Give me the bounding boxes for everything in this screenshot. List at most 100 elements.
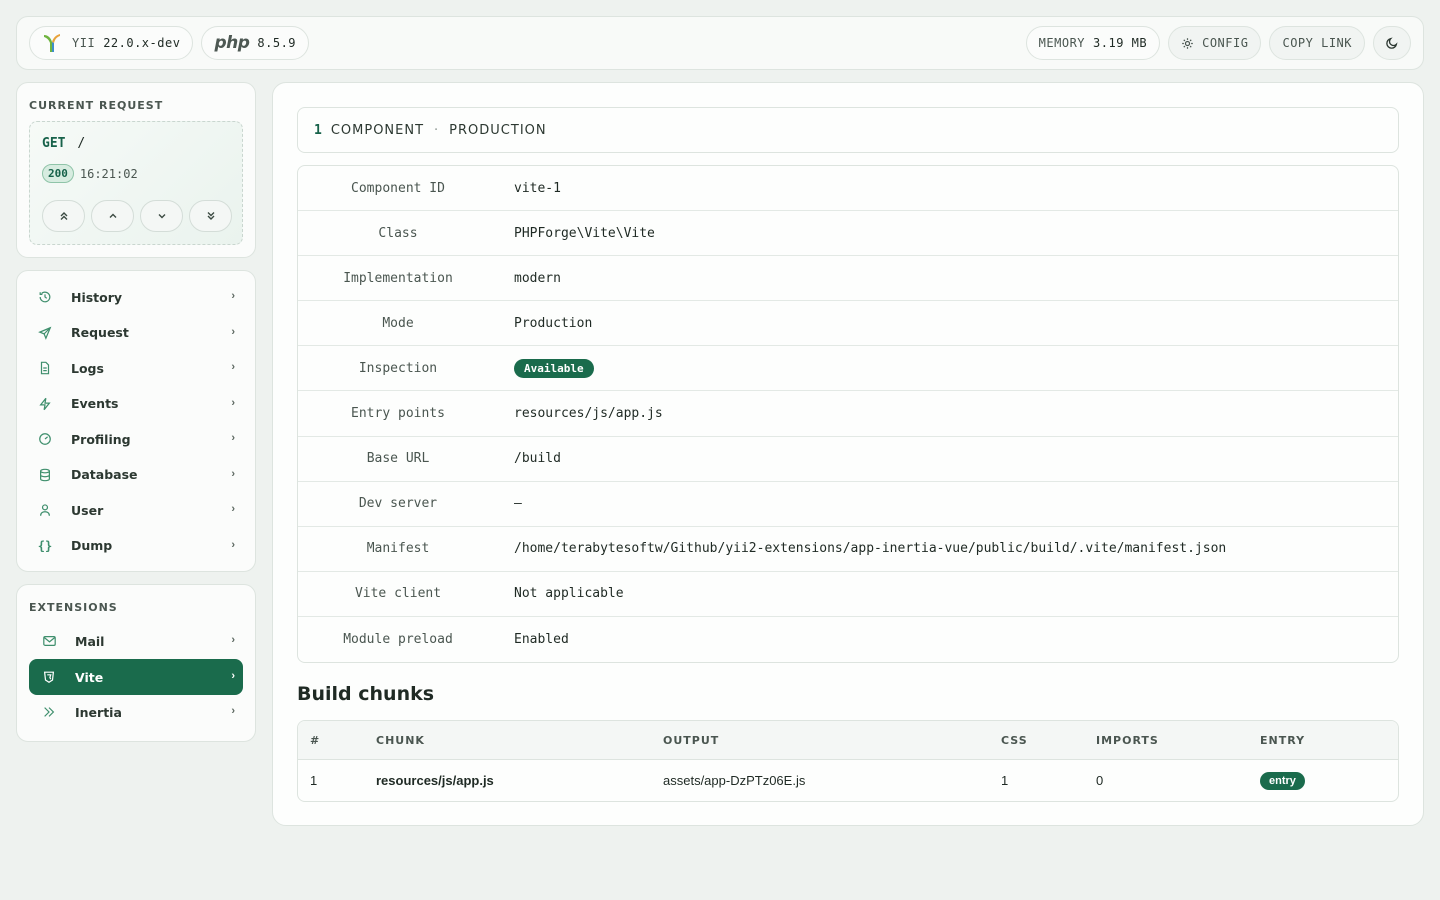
sidebar-item-inertia[interactable]: Inertia › xyxy=(29,695,243,729)
column-header: # xyxy=(310,733,321,747)
chunk-output: assets/app-DzPTz06E.js xyxy=(663,773,806,788)
sidebar-item-label: Logs xyxy=(71,360,104,376)
property-value: Enabled xyxy=(514,631,569,647)
sidebar-item-vite[interactable]: Vite › xyxy=(29,659,243,695)
property-key: Vite client xyxy=(354,586,442,602)
build-chunks-title: Build chunks xyxy=(297,683,435,705)
memory-label: MEMORY xyxy=(1038,36,1086,50)
sidebar-item-label: Inertia xyxy=(75,704,122,720)
property-row: Vite client Not applicable xyxy=(298,572,1398,617)
sidebar-item-history[interactable]: History › xyxy=(29,280,243,314)
double-chevron-down-icon xyxy=(206,211,216,221)
property-row: Inspection Available xyxy=(298,346,1398,392)
request-nav xyxy=(42,200,238,232)
sidebar-item-database[interactable]: Database › xyxy=(29,458,243,492)
property-value: PHPForge\Vite\Vite xyxy=(514,225,655,241)
property-row: Base URL /build xyxy=(298,437,1398,482)
extensions-title: EXTENSIONS xyxy=(29,601,118,614)
inspection-badge: Available xyxy=(514,358,594,378)
sidebar-item-label: Events xyxy=(71,396,119,411)
double-chevron-up-icon xyxy=(59,211,69,221)
property-key: Dev server xyxy=(358,496,438,512)
gear-icon xyxy=(1181,37,1194,50)
property-key: Manifest xyxy=(366,541,430,557)
framework-pill[interactable]: YII 22.0.x-dev xyxy=(29,26,194,60)
memory-pill: MEMORY 3.19 MB xyxy=(1025,26,1161,60)
framework-label: YII xyxy=(72,36,96,50)
user-icon xyxy=(37,502,53,518)
build-chunks-table: # CHUNK OUTPUT CSS IMPORTS ENTRY 1 resou… xyxy=(297,720,1399,802)
history-icon xyxy=(37,289,53,305)
property-value: /home/terabytesoftw/Github/yii2-extensio… xyxy=(514,541,1227,557)
memory-value: 3.19 MB xyxy=(1093,36,1148,50)
table-row: 1 resources/js/app.js assets/app-DzPTz06… xyxy=(298,760,1398,801)
request-summary: GET / 200 16:21:02 xyxy=(29,121,243,245)
config-button[interactable]: CONFIG xyxy=(1168,26,1262,60)
sidebar-item-label: Database xyxy=(71,467,138,482)
file-icon xyxy=(37,360,53,376)
sidebar-item-dump[interactable]: {} Dump › xyxy=(29,529,243,563)
sidebar-item-mail[interactable]: Mail › xyxy=(29,624,243,658)
sidebar-item-user[interactable]: User › xyxy=(29,493,243,527)
php-version: 8.5.9 xyxy=(257,36,297,50)
sidebar-item-label: History xyxy=(71,289,123,305)
copy-link-button[interactable]: COPY LINK xyxy=(1269,26,1365,60)
property-value: vite-1 xyxy=(514,180,561,196)
last-request-button[interactable] xyxy=(189,200,232,232)
php-pill[interactable]: php 8.5.9 xyxy=(201,26,310,60)
lightning-icon xyxy=(37,396,53,412)
chevron-right-icon: › xyxy=(231,634,235,646)
chevron-right-icon: › xyxy=(231,670,235,682)
extensions-card: EXTENSIONS Mail › Vite › Inertia › xyxy=(16,584,256,742)
theme-toggle-button[interactable] xyxy=(1373,26,1411,60)
sidebar-item-profiling[interactable]: Profiling › xyxy=(29,422,243,456)
status-badge: 200 xyxy=(42,164,74,183)
property-key: Class xyxy=(378,225,418,241)
sidebar-item-label: Dump xyxy=(71,538,113,553)
property-key: Mode xyxy=(382,315,414,331)
property-key: Base URL xyxy=(366,451,430,467)
chunk-number: 1 xyxy=(310,773,318,788)
sidebar-item-label: Mail xyxy=(75,633,105,649)
next-request-button[interactable] xyxy=(140,200,183,232)
current-request-card: CURRENT REQUEST GET / 200 16:21:02 xyxy=(16,82,256,258)
sidebar-item-request[interactable]: Request › xyxy=(29,316,243,350)
property-row: Entry points resources/js/app.js xyxy=(298,391,1398,437)
sidebar-item-logs[interactable]: Logs › xyxy=(29,351,243,385)
framework-version: 22.0.x-dev xyxy=(103,36,181,50)
property-key: Module preload xyxy=(343,631,453,647)
sidebar-item-label: Profiling xyxy=(71,431,131,447)
request-time: 16:21:02 xyxy=(79,166,138,181)
sidebar-item-label: Request xyxy=(71,325,129,340)
chevron-right-icon: › xyxy=(231,325,235,338)
column-header: IMPORTS xyxy=(1096,733,1159,747)
config-label: CONFIG xyxy=(1202,36,1249,50)
sidebar-item-label: User xyxy=(71,502,104,518)
first-request-button[interactable] xyxy=(42,200,85,232)
double-chevron-icon xyxy=(41,704,57,720)
chevron-down-icon xyxy=(157,211,167,221)
environment-label: PRODUCTION xyxy=(449,122,547,138)
chevron-right-icon: › xyxy=(231,467,235,480)
chevron-right-icon: › xyxy=(231,538,235,551)
chevron-right-icon: › xyxy=(231,705,235,717)
column-header: CSS xyxy=(1001,733,1028,747)
property-key: Implementation xyxy=(343,270,453,286)
column-header: OUTPUT xyxy=(663,733,720,747)
chevron-right-icon: › xyxy=(231,396,235,409)
property-value: resources/js/app.js xyxy=(514,406,663,422)
chunk-imports: 0 xyxy=(1096,773,1104,788)
php-label: php xyxy=(214,33,250,53)
send-icon xyxy=(37,325,53,341)
property-row: Manifest /home/terabytesoftw/Github/yii2… xyxy=(298,527,1398,572)
separator: · xyxy=(434,122,440,138)
previous-request-button[interactable] xyxy=(91,200,134,232)
table-header: # CHUNK OUTPUT CSS IMPORTS ENTRY xyxy=(298,721,1398,760)
property-value: modern xyxy=(514,270,561,286)
property-key: Inspection xyxy=(358,360,438,376)
sidebar-item-events[interactable]: Events › xyxy=(29,387,243,421)
chevron-right-icon: › xyxy=(231,432,235,444)
chunk-css: 1 xyxy=(1001,773,1009,788)
request-path: / xyxy=(77,136,86,151)
property-row: Class PHPForge\Vite\Vite xyxy=(298,211,1398,257)
